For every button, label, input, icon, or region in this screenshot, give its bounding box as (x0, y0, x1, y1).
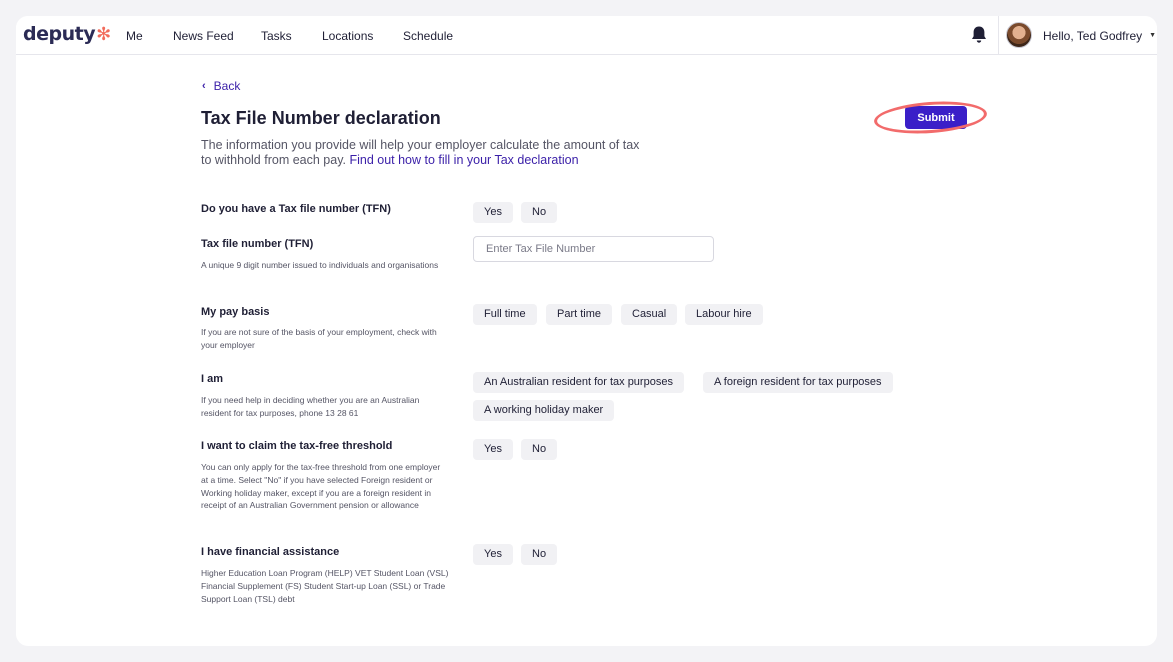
financial-assistance-yes-option[interactable]: Yes (473, 544, 513, 565)
nav-label: Me (126, 28, 143, 43)
tfn-help-text: A unique 9 digit number issued to indivi… (201, 260, 439, 270)
pay-basis-label: My pay basis (201, 306, 270, 318)
nav-item-me[interactable]: Me (126, 16, 143, 55)
nav-label: News Feed (173, 28, 234, 43)
nav-item-news-feed[interactable]: News Feed (173, 16, 234, 55)
has-tfn-no-option[interactable]: No (521, 202, 558, 223)
residency-help-text: If you need help in deciding whether you… (201, 395, 420, 418)
tax-declaration-help-link[interactable]: Find out how to fill in your Tax declara… (349, 153, 578, 167)
pay-basis-part-time-option[interactable]: Part time (546, 304, 613, 325)
financial-assistance-no-option[interactable]: No (521, 544, 558, 565)
pay-basis-help-text: If you are not sure of the basis of your… (201, 327, 437, 350)
nav-item-tasks[interactable]: Tasks (261, 16, 292, 55)
deputy-logo[interactable]: deputy ✻ (23, 22, 111, 46)
financial-assistance-help-text: Higher Education Loan Program (HELP) VET… (201, 568, 449, 604)
tax-free-threshold-help-text: You can only apply for the tax-free thre… (201, 462, 441, 511)
residency-australian-option[interactable]: An Australian resident for tax purposes (473, 372, 684, 393)
top-navigation-bar: deputy ✻ Me News Feed Tasks Locations Sc… (16, 16, 1157, 55)
intro-text: The information you provide will help yo… (201, 138, 651, 168)
user-greeting: Hello, Ted Godfrey (1043, 28, 1143, 43)
nav-item-locations[interactable]: Locations (322, 16, 373, 55)
residency-label: I am (201, 373, 224, 385)
app-window: deputy ✻ Me News Feed Tasks Locations Sc… (16, 16, 1157, 646)
header-divider (998, 16, 999, 55)
residency-working-holiday-option[interactable]: A working holiday maker (473, 400, 615, 421)
tax-free-threshold-label: I want to claim the tax-free threshold (201, 440, 393, 452)
logo-text: deputy (23, 23, 96, 45)
tax-free-threshold-yes-option[interactable]: Yes (473, 439, 513, 460)
financial-assistance-label: I have financial assistance (201, 546, 340, 558)
nav-label: Tasks (261, 28, 292, 43)
nav-label: Locations (322, 28, 374, 43)
user-avatar[interactable] (1006, 22, 1032, 48)
caret-down-icon: ▼ (1149, 32, 1157, 39)
tax-free-threshold-no-option[interactable]: No (521, 439, 558, 460)
submit-button[interactable]: Submit (905, 106, 967, 129)
has-tfn-yes-option[interactable]: Yes (473, 202, 513, 223)
nav-item-schedule[interactable]: Schedule (403, 16, 453, 55)
pay-basis-casual-option[interactable]: Casual (621, 304, 678, 325)
tfn-label: Tax file number (TFN) (201, 238, 314, 250)
chevron-left-icon: ‹ (202, 80, 206, 92)
tfn-input[interactable] (473, 236, 714, 262)
back-label: Back (213, 79, 241, 93)
has-tfn-label: Do you have a Tax file number (TFN) (201, 203, 391, 215)
page-title: Tax File Number declaration (201, 108, 441, 128)
user-menu[interactable]: Hello, Ted Godfrey ▼ (1043, 16, 1156, 55)
logo-asterisk-icon: ✻ (96, 23, 111, 45)
back-link[interactable]: ‹ Back (202, 79, 240, 93)
pay-basis-labour-hire-option[interactable]: Labour hire (685, 304, 763, 325)
nav-label: Schedule (403, 28, 454, 43)
notification-bell-icon[interactable] (970, 25, 988, 45)
residency-foreign-option[interactable]: A foreign resident for tax purposes (703, 372, 893, 393)
pay-basis-full-time-option[interactable]: Full time (473, 304, 537, 325)
